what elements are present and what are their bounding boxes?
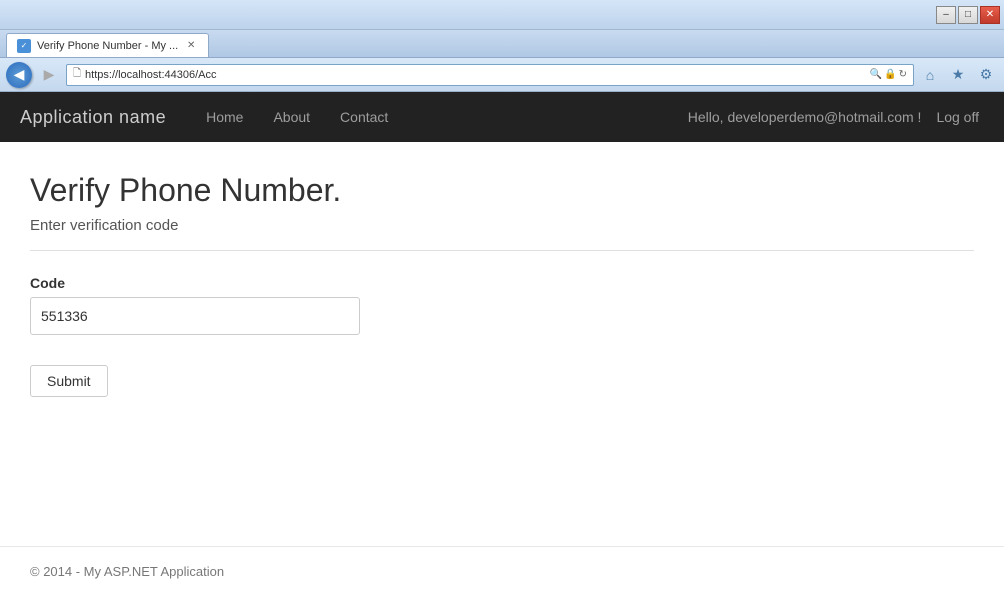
home-icon[interactable]: ⌂: [918, 63, 942, 87]
code-input[interactable]: [30, 297, 360, 335]
window-controls: – □ ✕: [936, 6, 1000, 24]
refresh-icon[interactable]: ↻: [899, 69, 907, 80]
navbar: Application name Home About Contact Hell…: [0, 92, 1004, 142]
app-container: Application name Home About Contact Hell…: [0, 92, 1004, 597]
code-form-group: Code: [30, 275, 430, 335]
content-divider: [30, 250, 974, 251]
forward-button[interactable]: ▶: [36, 62, 62, 88]
close-button[interactable]: ✕: [980, 6, 1000, 24]
tab-close-icon[interactable]: ✕: [184, 39, 198, 53]
url-text: https://localhost:44306/Acc: [85, 69, 866, 81]
navbar-links: Home About Contact: [191, 92, 688, 142]
favorites-icon[interactable]: ★: [946, 63, 970, 87]
tab-title: Verify Phone Number - My ...: [37, 40, 178, 52]
settings-icon[interactable]: ⚙: [974, 63, 998, 87]
submit-button[interactable]: Submit: [30, 365, 108, 397]
tab-favicon-icon: ✓: [17, 39, 31, 53]
title-bar: – □ ✕: [0, 0, 1004, 30]
search-url-icon[interactable]: 🔍: [870, 69, 882, 80]
address-bar: ◀ ▶ 🗋 https://localhost:44306/Acc 🔍 🔒 ↻ …: [0, 58, 1004, 92]
browser-window: – □ ✕ ✓ Verify Phone Number - My ... ✕ ◀…: [0, 0, 1004, 597]
code-label: Code: [30, 275, 430, 291]
lock-icon: 🔒: [884, 69, 896, 80]
minimize-button[interactable]: –: [936, 6, 956, 24]
page-content: Verify Phone Number. Enter verification …: [0, 142, 1004, 546]
footer-text: © 2014 - My ASP.NET Application: [30, 564, 224, 579]
active-tab[interactable]: ✓ Verify Phone Number - My ... ✕: [6, 33, 209, 57]
url-actions: 🔍 🔒 ↻: [870, 69, 907, 80]
tab-bar: ✓ Verify Phone Number - My ... ✕: [0, 30, 1004, 58]
nav-about[interactable]: About: [258, 92, 325, 142]
page-title: Verify Phone Number.: [30, 172, 974, 209]
navbar-brand[interactable]: Application name: [20, 107, 181, 128]
nav-contact[interactable]: Contact: [325, 92, 403, 142]
url-box[interactable]: 🗋 https://localhost:44306/Acc 🔍 🔒 ↻: [66, 64, 914, 86]
back-button[interactable]: ◀: [6, 62, 32, 88]
nav-home[interactable]: Home: [191, 92, 258, 142]
page-icon: 🗋: [73, 66, 81, 83]
page-footer: © 2014 - My ASP.NET Application: [0, 546, 1004, 597]
page-subtitle: Enter verification code: [30, 217, 974, 234]
navbar-right: Hello, developerdemo@hotmail.com ! Log o…: [688, 109, 984, 125]
navbar-user-greeting: Hello, developerdemo@hotmail.com !: [688, 109, 922, 125]
navbar-logoff[interactable]: Log off: [931, 109, 984, 125]
maximize-button[interactable]: □: [958, 6, 978, 24]
toolbar-right: ⌂ ★ ⚙: [918, 63, 998, 87]
